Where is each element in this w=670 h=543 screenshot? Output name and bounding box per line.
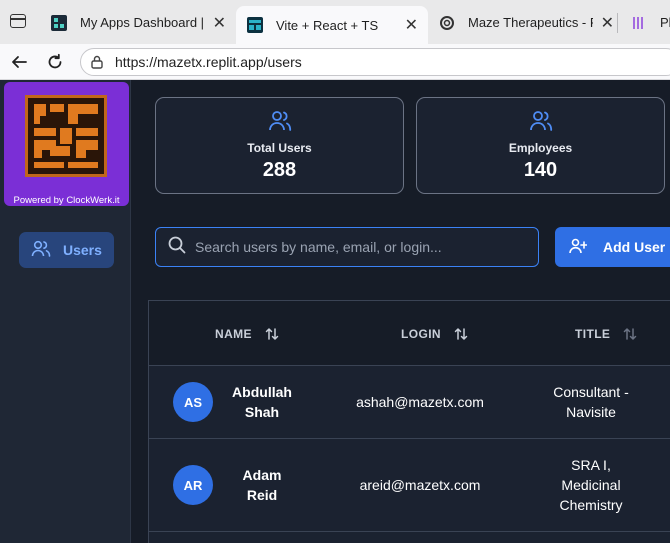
table-header: NAME LOGIN TITLE [149, 301, 670, 366]
stat-value: 288 [262, 159, 297, 181]
main-content: Total Users 288 Employees 140 Add User [131, 80, 670, 543]
stat-label: Employees [508, 141, 573, 155]
user-name: Abdullah Shah [232, 384, 292, 420]
table-row[interactable] [149, 532, 670, 543]
column-header-name[interactable]: NAME [215, 326, 280, 342]
close-tab-icon[interactable]: ✕ [405, 15, 418, 35]
sort-icon[interactable] [622, 326, 638, 342]
user-name: Adam Reid [242, 467, 282, 503]
sort-icon[interactable] [264, 326, 280, 342]
close-tab-icon[interactable]: ✕ [601, 13, 614, 33]
stat-card-total-users: Total Users 288 [155, 97, 404, 194]
lock-icon[interactable] [91, 54, 105, 70]
search-icon [168, 236, 186, 259]
stat-value: 140 [523, 159, 558, 181]
sidebar: Powered by ClockWerk.it Users [0, 80, 131, 543]
tab-title: Vite + React + TS [276, 17, 379, 33]
browser-tab-2[interactable]: Vite + React + TS ✕ [236, 6, 428, 44]
user-login: ashah@mazetx.com [356, 394, 484, 410]
url-text: https://mazetx.replit.app/users [115, 54, 302, 70]
tab-title: Maze Therapeutics - Rep [468, 15, 593, 30]
table-row[interactable]: AS Abdullah Shah ashah@mazetx.com Consul… [149, 366, 670, 439]
column-header-login[interactable]: LOGIN [401, 326, 469, 342]
user-title: SRA I, Medicinal Chemistry [559, 457, 623, 513]
users-icon [417, 110, 664, 134]
browser-tab-4[interactable]: Plia [620, 6, 670, 39]
add-user-button[interactable]: Add User [555, 227, 670, 267]
openai-icon [438, 14, 456, 32]
users-icon [156, 110, 403, 134]
avatar: AR [173, 465, 213, 505]
maze-icon [246, 16, 264, 34]
reload-icon[interactable] [43, 50, 67, 74]
add-user-icon [569, 238, 603, 257]
logo-mark [25, 95, 107, 177]
address-bar[interactable]: https://mazetx.replit.app/users [80, 48, 670, 76]
browser-toolbar: https://mazetx.replit.app/users [0, 44, 670, 80]
powered-by-label: Powered by ClockWerk.it [13, 195, 120, 206]
close-tab-icon[interactable]: ✕ [213, 13, 226, 33]
tab-divider [617, 13, 618, 33]
browser-tab-3[interactable]: Maze Therapeutics - Rep ✕ [428, 6, 624, 39]
back-arrow-icon[interactable] [7, 50, 31, 74]
maze-logo[interactable]: Powered by ClockWerk.it [4, 82, 129, 206]
search-input[interactable] [195, 239, 538, 255]
sidebar-item-label: Users [63, 242, 102, 258]
users-table: NAME LOGIN TITLE AS Abdullah Shah ashah@… [148, 300, 670, 543]
sort-icon[interactable] [453, 326, 469, 342]
plia-icon [630, 14, 648, 32]
stat-card-employees: Employees 140 [416, 97, 665, 194]
browser-tab-strip: My Apps Dashboard | ma ✕ Vite + React + … [0, 0, 670, 44]
avatar: AS [173, 382, 213, 422]
tab-title: Plia [660, 15, 670, 30]
replit-icon [50, 14, 68, 32]
table-row[interactable]: AR Adam Reid areid@mazetx.com SRA I, Med… [149, 439, 670, 532]
users-icon [31, 240, 63, 261]
app-root: Powered by ClockWerk.it Users Total User… [0, 80, 670, 543]
user-login: areid@mazetx.com [359, 477, 481, 493]
add-user-label: Add User [603, 239, 666, 255]
column-header-title[interactable]: TITLE [575, 326, 638, 342]
user-title: Consultant - Navisite [553, 384, 629, 420]
search-box[interactable] [155, 227, 539, 267]
tab-title: My Apps Dashboard | ma [80, 15, 205, 30]
sidebar-toggle-icon[interactable] [10, 14, 26, 28]
browser-tab-1[interactable]: My Apps Dashboard | ma ✕ [40, 6, 236, 39]
sidebar-item-users[interactable]: Users [19, 232, 114, 268]
stat-label: Total Users [247, 141, 312, 155]
